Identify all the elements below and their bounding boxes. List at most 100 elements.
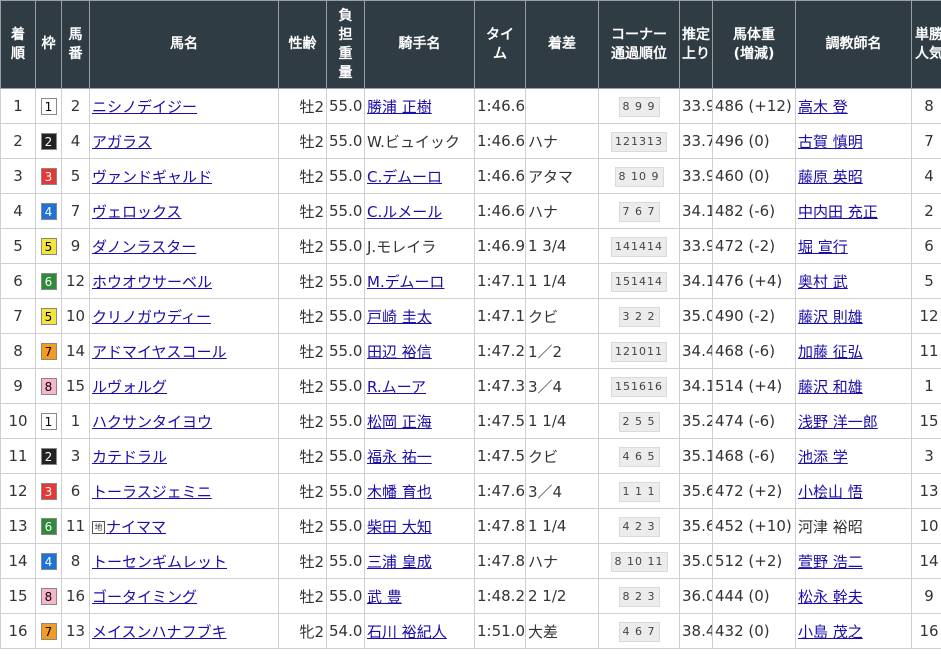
trainer-link[interactable]: 小島 茂之 bbox=[798, 623, 863, 641]
table-row: 15 8 16 ゴータイミング 牡2 55.0 武 豊 1:48.2 2 1/2 8 2 3 36.… bbox=[0, 578, 941, 614]
jockey-cell: 石川 裕紀人 bbox=[364, 613, 475, 649]
jockey-link[interactable]: 戸崎 圭太 bbox=[367, 308, 432, 326]
corner-cell: 151616 bbox=[598, 368, 680, 404]
finish-margin: クビ bbox=[525, 298, 599, 334]
jockey-link[interactable]: 石川 裕紀人 bbox=[367, 623, 447, 641]
trainer-link[interactable]: 松永 幹夫 bbox=[798, 588, 863, 606]
jockey-cell: W.ビュイック bbox=[364, 123, 475, 159]
finish-rank: 8 bbox=[0, 333, 36, 369]
jockey-link[interactable]: M.デムーロ bbox=[367, 273, 444, 291]
trainer-cell: 小島 茂之 bbox=[795, 613, 912, 649]
popularity: 13 bbox=[911, 473, 941, 509]
finish-rank: 9 bbox=[0, 368, 36, 404]
trainer-link[interactable]: 中内田 充正 bbox=[798, 203, 878, 221]
horse-name-link[interactable]: ヴェロックス bbox=[92, 203, 182, 221]
trainer-link[interactable]: 高木 登 bbox=[798, 98, 848, 116]
trainer-link[interactable]: 堀 宣行 bbox=[798, 238, 848, 256]
corner-cell: 3 2 2 bbox=[598, 298, 680, 334]
popularity: 2 bbox=[911, 193, 941, 229]
waku-badge: 1 bbox=[40, 413, 57, 430]
jockey-link[interactable]: 柴田 大知 bbox=[367, 518, 432, 536]
horse-name-link[interactable]: トーセンギムレット bbox=[92, 553, 227, 571]
header-popularity: 単勝 人気 bbox=[911, 0, 941, 89]
horse-name-link[interactable]: メイスンハナフブキ bbox=[92, 623, 227, 641]
jockey-cell: 松岡 正海 bbox=[364, 403, 475, 439]
jockey-link[interactable]: 勝浦 正樹 bbox=[367, 98, 432, 116]
horse-name-link[interactable]: ニシノデイジー bbox=[92, 98, 197, 116]
table-row: 9 8 15 ルヴォルグ 牡2 55.0 R.ムーア 1:47.3 3／4 151616 34.1 5… bbox=[0, 368, 941, 404]
waku-cell: 3 bbox=[35, 473, 62, 509]
waku-cell: 3 bbox=[35, 158, 62, 194]
horse-name-link[interactable]: アガラス bbox=[92, 133, 152, 151]
jockey-link[interactable]: 武 豊 bbox=[367, 588, 402, 606]
jockey-link[interactable]: C.ルメール bbox=[367, 203, 442, 221]
trainer-link[interactable]: 古賀 慎明 bbox=[798, 133, 863, 151]
horse-name-link[interactable]: ナイママ bbox=[106, 518, 166, 536]
horse-name-link[interactable]: トーラスジェミニ bbox=[92, 483, 212, 501]
trainer-link[interactable]: 浅野 洋一郎 bbox=[798, 413, 878, 431]
corner-positions: 7 6 7 bbox=[618, 201, 660, 222]
carried-weight: 55.0 bbox=[326, 578, 365, 614]
waku-badge: 5 bbox=[40, 238, 57, 255]
sex-age: 牡2 bbox=[278, 473, 327, 509]
horse-name-cell: ゴータイミング bbox=[89, 578, 279, 614]
corner-cell: 4 6 7 bbox=[598, 613, 680, 649]
trainer-link[interactable]: 池添 学 bbox=[798, 448, 848, 466]
jockey-link[interactable]: 田辺 裕信 bbox=[367, 343, 432, 361]
horse-name-link[interactable]: ルヴォルグ bbox=[92, 378, 167, 396]
horse-name-link[interactable]: ヴァンドギャルド bbox=[92, 168, 212, 186]
finish-margin: 3／4 bbox=[525, 473, 599, 509]
last-3f: 33.7 bbox=[679, 123, 713, 159]
horse-name-link[interactable]: アドマイヤスコール bbox=[92, 343, 227, 361]
trainer-link[interactable]: 加藤 征弘 bbox=[798, 343, 863, 361]
horse-name-link[interactable]: カテドラル bbox=[92, 448, 167, 466]
trainer-cell: 松永 幹夫 bbox=[795, 578, 912, 614]
jockey-link[interactable]: 木幡 育也 bbox=[367, 483, 432, 501]
trainer-cell: 古賀 慎明 bbox=[795, 123, 912, 159]
corner-positions: 4 6 7 bbox=[618, 621, 660, 642]
header-jockey: 騎手名 bbox=[364, 0, 475, 89]
horse-name-link[interactable]: ゴータイミング bbox=[92, 588, 197, 606]
horse-number: 11 bbox=[61, 508, 90, 544]
jockey-link[interactable]: 福永 祐一 bbox=[367, 448, 432, 466]
finish-margin: 1 1/4 bbox=[525, 403, 599, 439]
trainer-link[interactable]: 藤原 英昭 bbox=[798, 168, 863, 186]
jockey-link[interactable]: 松岡 正海 bbox=[367, 413, 432, 431]
sex-age: 牡2 bbox=[278, 368, 327, 404]
jockey-cell: M.デムーロ bbox=[364, 263, 475, 299]
horse-name-link[interactable]: ホウオウサーベル bbox=[92, 273, 212, 291]
horse-number: 1 bbox=[61, 403, 90, 439]
finish-time: 1:46.6 bbox=[474, 193, 526, 229]
finish-rank: 5 bbox=[0, 228, 36, 264]
jockey-link[interactable]: 三浦 皇成 bbox=[367, 553, 432, 571]
horse-number: 5 bbox=[61, 158, 90, 194]
last-3f: 34.1 bbox=[679, 263, 713, 299]
horse-name-link[interactable]: クリノガウディー bbox=[92, 308, 211, 326]
last-3f: 35.0 bbox=[679, 543, 713, 579]
body-weight: 432 (0) bbox=[712, 613, 796, 649]
trainer-link[interactable]: 小桧山 悟 bbox=[798, 483, 863, 501]
jockey-link[interactable]: C.デムーロ bbox=[367, 168, 442, 186]
trainer-link[interactable]: 藤沢 則雄 bbox=[798, 308, 863, 326]
finish-margin: ハナ bbox=[525, 543, 599, 579]
trainer-link[interactable]: 藤沢 和雄 bbox=[798, 378, 863, 396]
horse-name-cell: ハクサンタイヨウ bbox=[89, 403, 279, 439]
last-3f: 36.0 bbox=[679, 578, 713, 614]
header-trainer: 調教師名 bbox=[795, 0, 912, 89]
horse-name-cell: トーラスジェミニ bbox=[89, 473, 279, 509]
finish-time: 1:46.9 bbox=[474, 228, 526, 264]
sex-age: 牡2 bbox=[278, 193, 327, 229]
horse-name-link[interactable]: ハクサンタイヨウ bbox=[92, 413, 212, 431]
waku-cell: 1 bbox=[35, 403, 62, 439]
finish-rank: 10 bbox=[0, 403, 36, 439]
body-weight: 452 (+10) bbox=[712, 508, 796, 544]
trainer-link[interactable]: 萱野 浩二 bbox=[798, 553, 863, 571]
horse-number: 3 bbox=[61, 438, 90, 474]
trainer-link[interactable]: 奥村 武 bbox=[798, 273, 848, 291]
carried-weight: 55.0 bbox=[326, 228, 365, 264]
sex-age: 牡2 bbox=[278, 403, 327, 439]
jockey-link[interactable]: R.ムーア bbox=[367, 378, 426, 396]
finish-margin: ハナ bbox=[525, 193, 599, 229]
horse-name-link[interactable]: ダノンラスター bbox=[92, 238, 196, 256]
trainer-cell: 奥村 武 bbox=[795, 263, 912, 299]
